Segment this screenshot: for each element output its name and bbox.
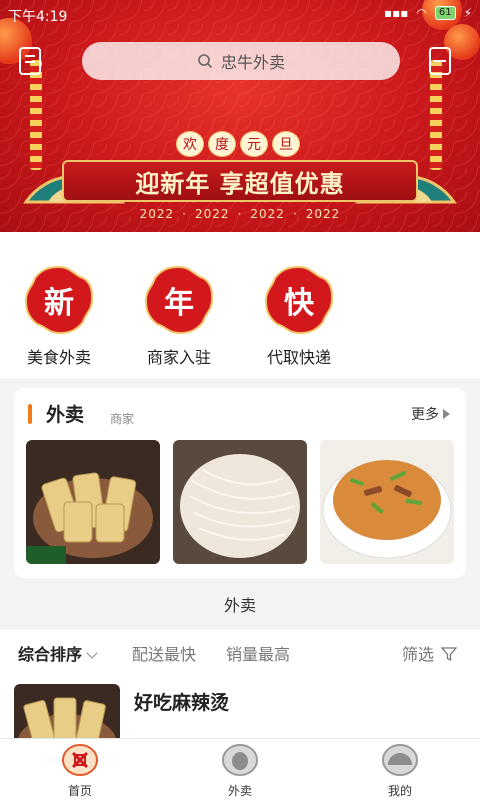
status-time: 下午4:19: [8, 9, 68, 25]
shortcut-merchant-join[interactable]: 年 商家入驻: [134, 264, 224, 368]
banner-tag-char: 旦: [272, 131, 300, 157]
status-icons: ▪▪▪ ◠ 61 ⚡: [384, 6, 472, 20]
takeout-card-title: 外卖: [46, 404, 85, 426]
shortcut-express-pickup[interactable]: 快 代取快递: [254, 264, 344, 368]
shortcut-grid: 新 美食外卖 年 商家入驻 快 代取快递: [0, 232, 480, 378]
tab-takeout[interactable]: 外卖: [200, 743, 280, 799]
filter-icon: [440, 647, 458, 662]
more-label: 更多: [411, 407, 439, 423]
banner-dot: ·: [182, 207, 188, 221]
shop-name: 好吃麻辣烫: [134, 692, 230, 714]
sort-label: 综合排序: [18, 645, 83, 664]
food-image-fried-rice[interactable]: [320, 440, 454, 564]
shortcut-char: 新: [44, 286, 74, 321]
takeout-caption: 外卖: [223, 596, 256, 615]
lantern-icon: [222, 744, 258, 776]
promo-banner[interactable]: 下午4:19 ▪▪▪ ◠ 61 ⚡ 忠牛外卖 欢 度 元 旦 迎新年 享超值优惠…: [0, 0, 480, 232]
bottom-tab-bar: 首页 外卖 我的: [0, 738, 480, 800]
wifi-icon: ◠: [416, 6, 427, 20]
takeout-card-subtitle: 商家: [110, 412, 135, 426]
search-placeholder: 忠牛外卖: [220, 53, 285, 72]
food-image-skewers[interactable]: [26, 440, 160, 564]
menu-icon[interactable]: [18, 46, 42, 76]
banner-tag-char: 度: [208, 131, 236, 157]
search-icon: [198, 54, 213, 69]
scan-icon[interactable]: [428, 46, 452, 76]
banner-tag: 欢 度 元 旦: [176, 131, 300, 157]
shortcut-food-delivery[interactable]: 新 美食外卖: [14, 264, 104, 368]
takeout-card: 外卖 商家 更多: [14, 388, 466, 578]
express-pickup-badge-icon: 快: [263, 264, 335, 336]
banner-tag-char: 元: [240, 131, 268, 157]
banner-headline: 迎新年 享超值优惠: [62, 160, 418, 202]
sort-comprehensive[interactable]: 综合排序: [18, 641, 98, 665]
tab-label: 外卖: [227, 784, 252, 798]
tab-home[interactable]: 首页: [40, 743, 120, 799]
status-bar: 下午4:19 ▪▪▪ ◠ 61 ⚡: [0, 0, 480, 30]
food-delivery-badge-icon: 新: [23, 264, 95, 336]
signal-icon: ▪▪▪: [383, 6, 409, 20]
shortcut-label: 代取快递: [266, 348, 331, 367]
shop-list-item[interactable]: 好吃麻辣烫: [0, 674, 480, 738]
shortcut-char: 快: [284, 286, 314, 321]
filter-label: 筛选: [402, 645, 435, 664]
tab-label: 首页: [67, 784, 92, 798]
triangle-right-icon: [443, 409, 450, 419]
food-image-noodles[interactable]: [173, 440, 307, 564]
banner-years: 2022 · 2022 · 2022 · 2022: [108, 204, 372, 224]
banner-dot: ·: [237, 207, 243, 221]
charging-icon: ⚡: [463, 6, 472, 20]
shortcut-char: 年: [164, 286, 194, 321]
banner-year: 2022: [250, 207, 285, 221]
sort-top-sales[interactable]: 销量最高: [226, 641, 290, 665]
banner-dot: ·: [292, 207, 298, 221]
banner-year: 2022: [139, 207, 175, 221]
shortcut-label: 商家入驻: [146, 348, 211, 367]
banner-tag-char: 欢: [176, 131, 204, 157]
banner-year: 2022: [195, 207, 230, 221]
filter-button[interactable]: 筛选: [402, 641, 458, 665]
merchant-join-badge-icon: 年: [143, 264, 215, 336]
shop-thumbnail: [14, 684, 120, 738]
sort-bar: 综合排序 配送最快 销量最高 筛选: [0, 630, 480, 674]
battery-icon: 61: [434, 6, 456, 20]
shortcut-label: 美食外卖: [26, 348, 91, 367]
tab-mine[interactable]: 我的: [360, 743, 440, 799]
chevron-down-icon: [86, 647, 98, 659]
sort-fastest-delivery[interactable]: 配送最快: [132, 641, 196, 665]
fan-icon: [382, 744, 418, 776]
banner-year: 2022: [305, 207, 341, 221]
chinese-knot-icon: [62, 744, 98, 776]
tab-label: 我的: [387, 784, 412, 798]
more-link[interactable]: 更多: [411, 404, 450, 424]
section-accent-bar: [28, 404, 32, 424]
search-bar[interactable]: 忠牛外卖: [82, 42, 400, 80]
